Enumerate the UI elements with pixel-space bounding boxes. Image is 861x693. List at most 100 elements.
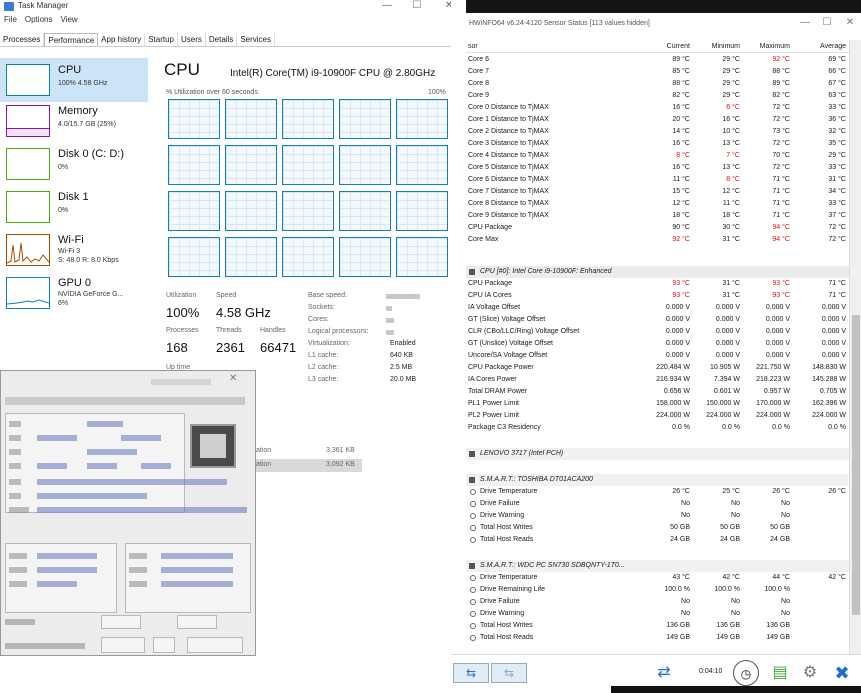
scrollbar-thumb[interactable]: [852, 315, 860, 615]
sensor-row[interactable]: Total Host Reads 149 GB 149 GB 149 GB: [466, 632, 849, 644]
sensor-row[interactable]: Core 9 82 °C 29 °C 82 °C 63 °C: [466, 90, 849, 102]
close-icon[interactable]: ✖: [829, 660, 855, 686]
virtualization-value: Enabled: [390, 340, 416, 347]
gpu-sparkline: [7, 299, 49, 305]
blurred-dropdown[interactable]: [101, 615, 141, 629]
clock-icon[interactable]: ◷: [733, 660, 759, 686]
sensor-row[interactable]: Core 7 85 °C 29 °C 88 °C 66 °C: [466, 66, 849, 78]
sensor-row[interactable]: Core 8 Distance to TjMAX 12 °C 11 °C 71 °C 3…: [466, 198, 849, 210]
sensor-group-header[interactable]: S.M.A.R.T.: TOSHIBA DT01ACA200: [466, 474, 849, 486]
sensor-row[interactable]: PL1 Power Limit 158.000 W 150.000 W 170.000…: [466, 398, 849, 410]
sensor-row[interactable]: Core 2 Distance to TjMAX 14 °C 10 °C 73 °C 3…: [466, 126, 849, 138]
sensor-row[interactable]: Package C3 Residency 0.0 % 0.0 % 0.0 % 0.0 %: [466, 422, 849, 434]
blurred-value: [37, 463, 67, 469]
tab-performance[interactable]: Performance: [44, 33, 99, 46]
network-icon[interactable]: ⇄: [651, 660, 677, 686]
sidebar-item-memory[interactable]: Memory 4.0/15.7 GB (25%): [0, 99, 148, 143]
sensor-row[interactable]: Uncore/SA Voltage Offset 0.000 V 0.000 V 0.…: [466, 350, 849, 362]
sidebar-item-sub2: 6%: [58, 300, 69, 307]
sensor-row[interactable]: Total Host Reads 24 GB 24 GB 24 GB: [466, 534, 849, 546]
sensor-row[interactable]: Total Host Writes 50 GB 50 GB 50 GB: [466, 522, 849, 534]
sensor-row[interactable]: CPU Package Power 220.484 W 10.905 W 221.75…: [466, 362, 849, 374]
arrows-left-right-icon[interactable]: ⇆: [453, 663, 489, 683]
average-value: 72 °C: [828, 224, 846, 231]
report-icon[interactable]: ▤: [767, 660, 793, 686]
blurred-button[interactable]: [187, 637, 243, 653]
col-sensor[interactable]: sor: [468, 43, 478, 50]
tab-startup[interactable]: Startup: [145, 33, 178, 46]
col-maximum[interactable]: Maximum: [730, 43, 790, 50]
bg-table-row: ation 3,361 KB: [254, 445, 362, 458]
core-graph: [339, 99, 391, 139]
sidebar-item-wifi[interactable]: Wi-Fi Wi-Fi 3 S: 48.0 R: 8.0 Kbps: [0, 228, 148, 272]
sensor-group-header[interactable]: CPU [#0]: Intel Core i9-10900F: Enhanced: [466, 266, 849, 278]
sidebar-item-disk-1[interactable]: Disk 1 0%: [0, 185, 148, 229]
tab-details[interactable]: Details: [206, 33, 238, 46]
sensor-row[interactable]: Core 8 88 °C 29 °C 89 °C 67 °C: [466, 78, 849, 90]
maximize-icon[interactable]: ☐: [816, 17, 838, 28]
blurred-button[interactable]: [153, 637, 175, 653]
sensor-row[interactable]: Drive Temperature 43 °C 42 °C 44 °C 42 °C: [466, 572, 849, 584]
sensor-row[interactable]: Core 5 Distance to TjMAX 16 °C 13 °C 72 °C 3…: [466, 162, 849, 174]
sensor-group-header[interactable]: S.M.A.R.T.: WDC PC SN730 SDBQNTY-1T0...: [466, 560, 849, 572]
cores-label: Cores:: [308, 316, 329, 323]
maximize-icon[interactable]: ☐: [406, 0, 428, 11]
col-average[interactable]: Average: [786, 43, 846, 50]
sensor-row[interactable]: Drive Failure No No No: [466, 498, 849, 510]
tab-users[interactable]: Users: [178, 33, 206, 46]
sensor-row[interactable]: CPU IA Cores 93 °C 31 °C 93 °C 71 °C: [466, 290, 849, 302]
minimize-icon[interactable]: —: [376, 0, 398, 11]
menu-file[interactable]: File: [4, 15, 17, 28]
wifi-sparkline: [7, 242, 49, 264]
sensor-row[interactable]: Total Host Writes 136 GB 136 GB 136 GB: [466, 620, 849, 632]
tm-titlebar[interactable]: Task Manager — ☐ ✕: [0, 0, 464, 14]
close-icon[interactable]: ✕: [839, 17, 861, 28]
sensor-row[interactable]: Core 1 Distance to TjMAX 20 °C 16 °C 72 °C 3…: [466, 114, 849, 126]
sidebar-item-sub: 0%: [58, 207, 69, 214]
hwinfo-titlebar[interactable]: HWiNFO64 v6.24-4120 Sensor Status [113 v…: [466, 13, 861, 37]
minimize-icon[interactable]: —: [794, 17, 816, 28]
sensor-row[interactable]: Drive Temperature 26 °C 25 °C 26 °C 26 °C: [466, 486, 849, 498]
sensor-row[interactable]: Core 6 89 °C 29 °C 92 °C 69 °C: [466, 54, 849, 66]
blurred-dropdown[interactable]: [177, 615, 217, 629]
tab-app-history[interactable]: App history: [98, 33, 146, 46]
sensor-row[interactable]: CPU Package 90 °C 30 °C 94 °C 72 °C: [466, 222, 849, 234]
sensor-row[interactable]: Drive Remaining Life 100.0 % 100.0 % 100.0 …: [466, 584, 849, 596]
sidebar-item-disk-0[interactable]: Disk 0 (C: D:) 0%: [0, 142, 148, 186]
settings-icon[interactable]: ⚙: [797, 660, 823, 686]
sensor-row[interactable]: Core 4 Distance to TjMAX 8 °C 7 °C 70 °C 29 …: [466, 150, 849, 162]
close-icon[interactable]: ✕: [229, 373, 237, 384]
sensor-row[interactable]: Core 3 Distance to TjMAX 16 °C 13 °C 72 °C 3…: [466, 138, 849, 150]
blurred-button[interactable]: [101, 637, 145, 653]
sensor-row[interactable]: Core 0 Distance to TjMAX 16 °C 6 °C 72 °C 33…: [466, 102, 849, 114]
sensor-row[interactable]: Drive Warning No No No: [466, 510, 849, 522]
vertical-scrollbar[interactable]: [849, 40, 861, 654]
sensor-row[interactable]: GT (Slice) Voltage Offset 0.000 V 0.000 V0…: [466, 314, 849, 326]
sidebar-item-cpu[interactable]: CPU 100% 4.58 GHz: [0, 58, 148, 102]
group-title: LENOVO 3717 (Intel PCH): [480, 450, 564, 457]
sensor-name: CPU Package Power: [468, 364, 534, 371]
tab-services[interactable]: Services: [237, 33, 276, 46]
maximum-value: 71 °C: [772, 176, 790, 183]
menu-view[interactable]: View: [60, 15, 77, 28]
arrows-left-right-icon[interactable]: ⇆: [491, 663, 527, 683]
sensor-row[interactable]: Drive Warning No No No: [466, 608, 849, 620]
sensor-row[interactable]: CLR (CBo/LLC/Ring) Voltage Offset 0.000 V…: [466, 326, 849, 338]
tab-processes[interactable]: Processes: [0, 33, 45, 46]
sensor-row[interactable]: Core 9 Distance to TjMAX 18 °C 18 °C 71 °C 3…: [466, 210, 849, 222]
device-icon: [469, 269, 475, 275]
sensor-row[interactable]: IA Cores Power 216.934 W 7.394 W 218.223 W1…: [466, 374, 849, 386]
sensor-row[interactable]: IA Voltage Offset 0.000 V 0.000 V 0.000 V 0.…: [466, 302, 849, 314]
sensor-row[interactable]: Core 7 Distance to TjMAX 15 °C 12 °C 71 °C 3…: [466, 186, 849, 198]
sensor-row[interactable]: Drive Failure No No No: [466, 596, 849, 608]
sensor-name: IA Voltage Offset: [468, 304, 521, 311]
sensor-row[interactable]: Core 6 Distance to TjMAX 11 °C 8 °C 71 °C 31…: [466, 174, 849, 186]
sensor-row[interactable]: Total DRAM Power 0.656 W 0.601 W 0.957 W 0.7…: [466, 386, 849, 398]
sensor-row[interactable]: Core Max 92 °C 31 °C 94 °C 72 °C: [466, 234, 849, 246]
sensor-row[interactable]: GT (Unslice) Voltage Offset 0.000 V 0.000 …: [466, 338, 849, 350]
sensor-row[interactable]: PL2 Power Limit 224.000 W 224.000 W 224.000…: [466, 410, 849, 422]
sidebar-item-gpu-0[interactable]: GPU 0 NVIDIA GeForce G... 6%: [0, 271, 148, 315]
menu-options[interactable]: Options: [25, 15, 53, 28]
sensor-row[interactable]: CPU Package 93 °C 31 °C 93 °C 71 °C: [466, 278, 849, 290]
sensor-group-header[interactable]: LENOVO 3717 (Intel PCH): [466, 448, 849, 460]
